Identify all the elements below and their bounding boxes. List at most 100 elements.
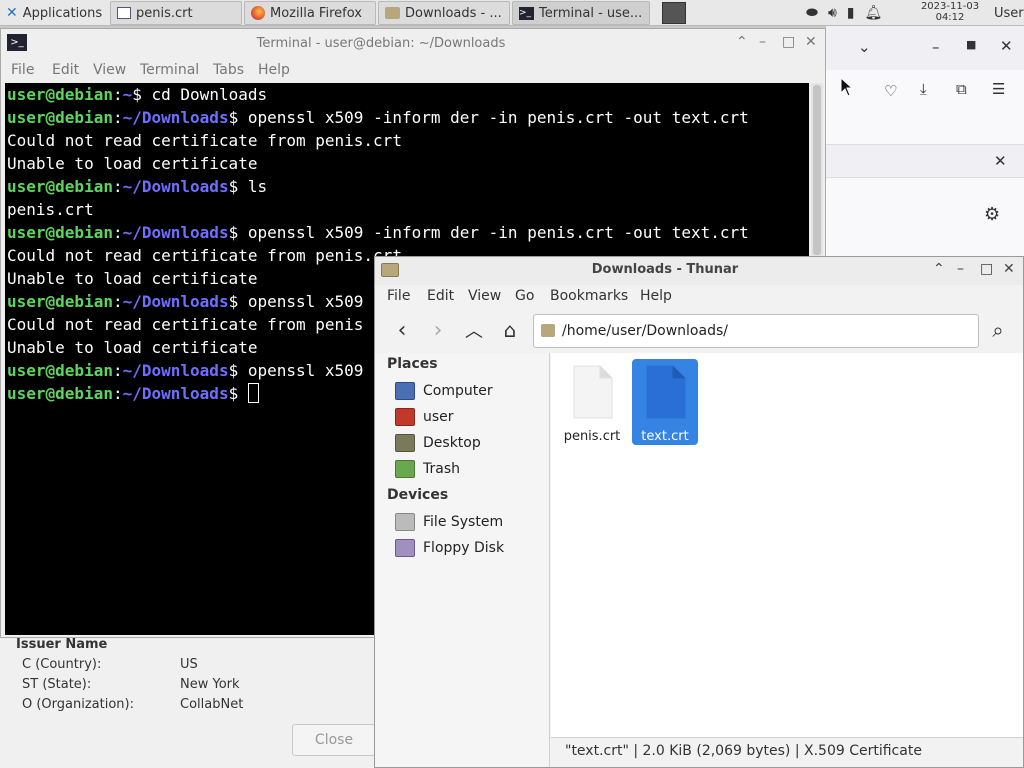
extensions-icon[interactable]: ⧉ (956, 80, 967, 98)
sidebar-item-label: user (423, 409, 454, 425)
battery-icon[interactable]: ▮ (847, 5, 855, 21)
close-button[interactable]: Close (292, 724, 376, 756)
menu-view[interactable]: View (93, 62, 126, 78)
task-penis-crt[interactable]: penis.crt (110, 1, 242, 25)
cert-value-organization: CollabNet (180, 697, 244, 712)
maximize-icon[interactable]: □ (980, 261, 993, 277)
prompt-separator: : (112, 108, 123, 127)
firefox-titlebar: ⌄ – ■ ✕ (826, 26, 1024, 70)
volume-icon[interactable]: 🔊︎ (828, 5, 837, 21)
scrollbar-thumb[interactable] (813, 85, 821, 255)
search-button[interactable]: ⌕ (983, 315, 1013, 345)
applications-menu-button[interactable]: ✕ Applications (0, 1, 108, 25)
minimize-icon[interactable]: – (932, 38, 940, 56)
sidebar-item-desktop[interactable]: Desktop (395, 431, 481, 455)
menu-view[interactable]: View (468, 288, 501, 304)
sidebar-item-floppy[interactable]: Floppy Disk (395, 536, 504, 560)
home-icon: ⌂ (503, 318, 517, 342)
prompt-user: user@debian (7, 292, 113, 311)
minimize-icon[interactable]: – (957, 261, 964, 277)
pocket-icon[interactable]: ♡ (884, 82, 897, 100)
up-arrow-icon: ︿ (465, 321, 483, 342)
menu-file[interactable]: File (387, 288, 410, 304)
hamburger-menu-icon[interactable]: ☰ (992, 80, 1005, 98)
task-firefox[interactable]: Mozilla Firefox (244, 1, 376, 25)
home-button[interactable]: ⌂ (495, 315, 525, 345)
terminal-menubar: File Edit View Terminal Tabs Help (1, 59, 825, 83)
menu-tabs[interactable]: Tabs (213, 62, 244, 78)
window-title: Downloads - Thunar (591, 262, 739, 277)
firefox-toolbar: ♡ ⤓ ⧉ ☰ (826, 70, 1024, 114)
location-bar[interactable]: /home/user/Downloads/ (533, 314, 979, 348)
tab-list-chevron-icon[interactable]: ⌄ (858, 38, 871, 56)
settings-gear-icon[interactable]: ⚙ (984, 204, 1000, 225)
task-downloads[interactable]: Downloads - ... (378, 1, 510, 25)
menu-help[interactable]: Help (640, 288, 672, 304)
menu-help[interactable]: Help (258, 62, 290, 78)
minimize-icon[interactable]: – (759, 34, 766, 50)
close-icon[interactable]: ✕ (1003, 261, 1015, 277)
shade-icon[interactable]: ⌃ (933, 261, 945, 277)
menu-edit[interactable]: Edit (427, 288, 454, 304)
firefox-findbar: ✕ (826, 144, 1024, 178)
cert-label-state: ST (State): (22, 677, 92, 692)
terminal-titlebar[interactable]: >_ Terminal - user@debian: ~/Downloads ⌃… (1, 29, 825, 59)
prompt-separator: : (112, 361, 123, 380)
thunar-titlebar[interactable]: Downloads - Thunar ⌃ – □ ✕ (375, 257, 1023, 285)
clock[interactable]: 2023-11-03 04:12 (914, 1, 986, 23)
forward-button[interactable]: › (423, 315, 453, 345)
back-button[interactable]: ‹ (387, 315, 417, 345)
folder-icon (541, 324, 555, 337)
notification-icon[interactable]: 🔔︎ (865, 5, 883, 21)
download-icon[interactable]: ⤓ (920, 80, 927, 98)
thunar-window: Downloads - Thunar ⌃ – □ ✕ File Edit Vie… (374, 256, 1024, 768)
firefox-icon (251, 6, 265, 20)
menu-bookmarks[interactable]: Bookmarks (550, 288, 628, 304)
prompt-separator: : (112, 223, 123, 242)
sidebar-item-label: Floppy Disk (423, 540, 505, 556)
menu-go[interactable]: Go (515, 288, 534, 304)
terminal-prompt-line: user@debian:~/Downloads$ openssl x509 -i… (7, 221, 809, 244)
prompt-user: user@debian (7, 108, 113, 127)
sidebar-item-trash[interactable]: Trash (395, 457, 460, 481)
menu-terminal[interactable]: Terminal (140, 62, 199, 78)
close-icon[interactable]: ✕ (1000, 37, 1013, 55)
sidebar-item-computer[interactable]: Computer (395, 379, 493, 403)
folder-icon (385, 7, 400, 19)
sidebar-item-user[interactable]: user (395, 405, 454, 429)
prompt-user: user@debian (7, 85, 113, 104)
terminal-output-line: Could not read certificate from penis.cr… (7, 131, 402, 150)
prompt-separator: : (112, 177, 123, 196)
command-text: $ ls (228, 177, 268, 196)
back-arrow-icon: ‹ (397, 317, 407, 343)
maximize-icon[interactable]: □ (782, 34, 795, 50)
terminal-prompt-line: user@debian:~/Downloads$ openssl x509 -i… (7, 106, 809, 129)
close-icon[interactable]: ✕ (805, 34, 817, 50)
network-icon[interactable]: ⬬ (806, 5, 818, 21)
home-icon (395, 408, 415, 426)
shade-icon[interactable]: ⌃ (736, 34, 748, 50)
location-path: /home/user/Downloads/ (562, 323, 728, 339)
firefox-window: ⌄ – ■ ✕ ♡ ⤓ ⧉ ☰ ✕ ⚙ (826, 26, 1024, 256)
menu-edit[interactable]: Edit (52, 62, 79, 78)
prompt-user: user@debian (7, 223, 113, 242)
prompt-user: user@debian (7, 361, 113, 380)
workspace-switcher[interactable] (656, 1, 692, 25)
file-view[interactable]: penis.crt text.crt (551, 353, 1023, 737)
issuer-name-heading: Issuer Name (16, 637, 108, 652)
terminal-icon: >_ (519, 6, 534, 20)
task-terminal[interactable]: >_ Terminal - use... (512, 1, 650, 25)
sidebar-item-file-system[interactable]: File System (395, 510, 503, 534)
menu-file[interactable]: File (11, 62, 34, 78)
user-menu[interactable]: User (988, 1, 1024, 25)
file-item-penis-crt[interactable]: penis.crt (559, 359, 625, 445)
command-text: $ openssl x509 (228, 292, 364, 311)
task-label: Downloads - ... (405, 5, 502, 21)
maximize-icon[interactable]: ■ (966, 38, 976, 51)
findbar-close-icon[interactable]: ✕ (994, 152, 1007, 170)
taskbar: ✕ Applications penis.crt Mozilla Firefox… (0, 0, 1024, 26)
mouse-pointer-icon (840, 77, 854, 97)
parent-folder-button[interactable]: ︿ (459, 315, 489, 345)
file-item-text-crt[interactable]: text.crt (632, 359, 698, 445)
user-label: User (994, 5, 1024, 21)
